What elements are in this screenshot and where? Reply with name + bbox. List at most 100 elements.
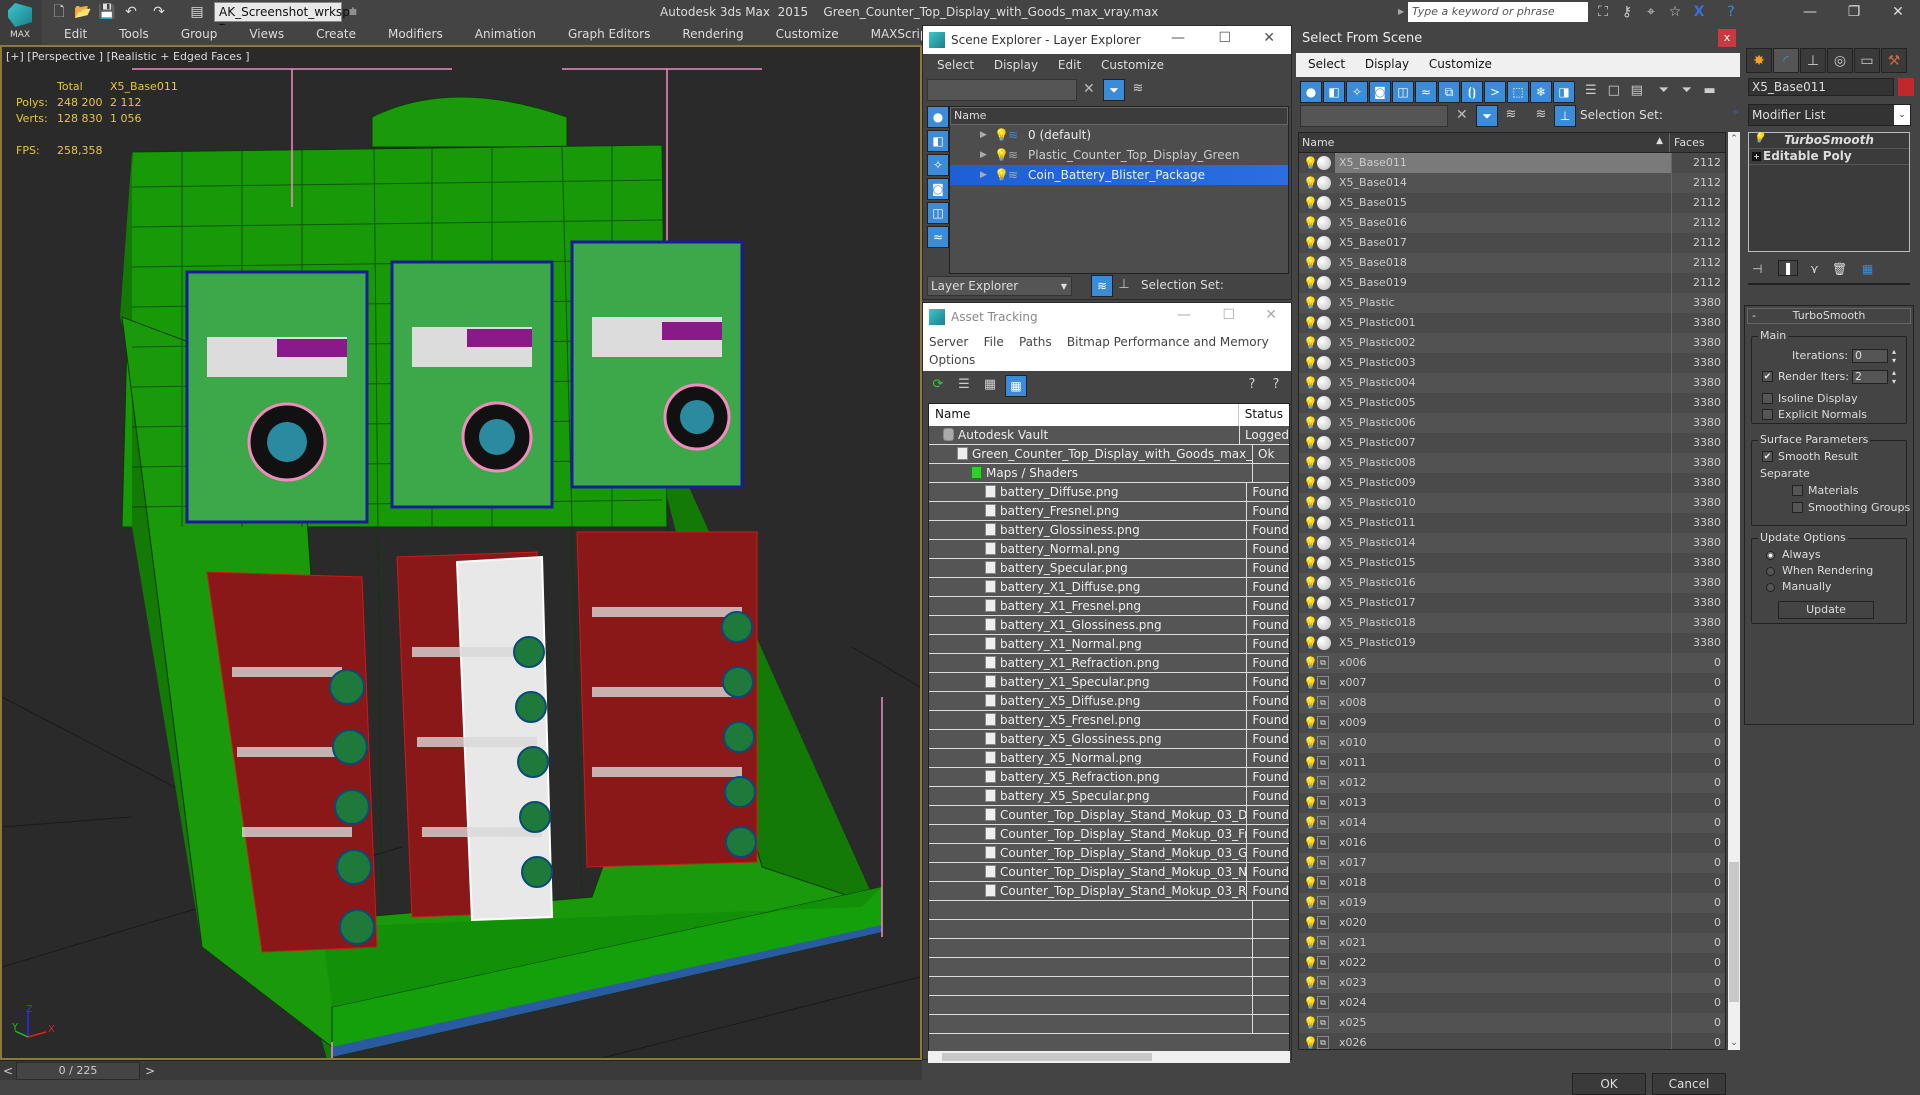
light-bulb-icon[interactable]: 💡 [1303,873,1318,893]
faces-column-header[interactable]: Faces [1669,133,1725,152]
object-row[interactable]: 💡 X5_Plastic019 3380 [1299,633,1725,653]
menu-customize[interactable]: Customize [1429,57,1492,71]
object-row[interactable]: 💡 X5_Plastic 3380 [1299,293,1725,313]
object-row[interactable]: 💡 ⧉ x008 0 [1299,693,1725,713]
open-file-icon[interactable]: 📂 [74,3,92,21]
shapes-filter-icon[interactable]: ◧ [1323,81,1345,103]
object-row[interactable]: 💡 X5_Base017 2112 [1299,233,1725,253]
object-row[interactable]: 💡 X5_Plastic001 3380 [1299,313,1725,333]
light-bulb-icon[interactable]: 💡 [1303,893,1318,913]
help-icon[interactable]: ? [1720,2,1742,22]
object-row[interactable]: 💡 X5_Plastic003 3380 [1299,353,1725,373]
exchange-icon[interactable]: X [1688,2,1710,22]
expand-arrow-icon[interactable]: ▶ [980,165,987,185]
light-bulb-icon[interactable]: 💡 [1303,773,1318,793]
object-row[interactable]: 💡 ⧉ x006 0 [1299,653,1725,673]
create-tab-icon[interactable]: ✸ [1746,48,1772,73]
light-bulb-icon[interactable]: 💡 [1303,953,1318,973]
asset-row[interactable]: battery_Diffuse.png Found [929,483,1289,502]
object-row[interactable]: 💡 X5_Plastic009 3380 [1299,473,1725,493]
filter-icon[interactable]: ⏷ [1653,81,1675,103]
show-end-result-icon[interactable]: ❚ [1778,260,1799,276]
menu-modifiers[interactable]: Modifiers [366,25,453,45]
shapes-filter-icon[interactable]: ◧ [927,130,949,152]
asset-row[interactable]: Counter_Top_Display_Stand_Mokup_03_Di...… [929,806,1289,825]
layer-options-icon[interactable]: ≋ [1500,105,1522,127]
dialog-titlebar[interactable]: Select From Scene x [1296,25,1740,53]
help-icon[interactable]: ? [1241,375,1263,397]
light-bulb-icon[interactable]: 💡 [1303,573,1318,593]
light-bulb-icon[interactable]: 💡 [1303,733,1318,753]
object-row[interactable]: 💡 X5_Plastic016 3380 [1299,573,1725,593]
light-bulb-icon[interactable]: 💡 [1303,673,1318,693]
menu-customize[interactable]: Customize [754,25,849,45]
light-bulb-icon[interactable]: 💡 [1303,813,1318,833]
asset-row[interactable]: battery_X1_Diffuse.png Found [929,578,1289,597]
light-bulb-icon[interactable]: 💡 [1303,993,1318,1013]
customize-toolbar-icon[interactable]: ⩧ [344,3,362,21]
menu-edit[interactable]: Edit [42,25,97,45]
layer-row[interactable]: ▶ 💡 ≋ 0 (default) [950,125,1288,145]
helpers-filter-icon[interactable]: ◫ [1392,81,1414,103]
menu-views[interactable]: Views [227,25,294,45]
menu-edit[interactable]: Edit [1058,58,1081,72]
stack-item-editable-poly[interactable]: + Editable Poly [1749,149,1909,165]
menu-bitmap-performance[interactable]: Bitmap Performance and Memory [1067,335,1269,349]
layer-row[interactable]: ▶ 💡 ≋ Plastic_Counter_Top_Display_Green [950,145,1288,165]
asset-row[interactable]: battery_X1_Specular.png Found [929,673,1289,692]
filter-options-icon[interactable]: ⏷ [1676,81,1698,103]
groups-filter-icon[interactable]: ⧉ [1438,81,1460,103]
bones-filter-icon[interactable]: > [1484,81,1506,103]
object-row[interactable]: 💡 ⧉ x017 0 [1299,853,1725,873]
ok-button[interactable]: OK [1572,1073,1646,1095]
render-iters-checkbox[interactable]: ✔ [1762,371,1773,382]
asset-tracking-titlebar[interactable]: Asset Tracking — ☐ ✕ [923,303,1291,331]
pin-stack-icon[interactable]: ⊣ [1752,262,1762,276]
utilities-tab-icon[interactable]: ⚒ [1881,48,1907,73]
object-row[interactable]: 💡 X5_Plastic007 3380 [1299,433,1725,453]
object-row[interactable]: 💡 X5_Plastic002 3380 [1299,333,1725,353]
asset-row[interactable]: battery_X5_Refraction.png Found [929,768,1289,787]
close-button[interactable]: ✕ [1876,0,1920,25]
table-view-icon[interactable]: ▦ [1005,375,1027,397]
object-row[interactable]: 💡 ⧉ x021 0 [1299,933,1725,953]
scrollbar-thumb[interactable] [942,1053,1152,1061]
light-bulb-icon[interactable]: 💡 [1303,1033,1318,1049]
asset-row[interactable]: battery_Fresnel.png Found [929,502,1289,521]
light-bulb-icon[interactable]: 💡 [1303,853,1318,873]
close-button[interactable]: ✕ [1265,307,1277,323]
asset-row[interactable]: battery_X5_Specular.png Found [929,787,1289,806]
scroll-down-icon[interactable]: ⌄ [1728,1038,1740,1048]
asset-row[interactable]: Autodesk Vault Logged [929,426,1289,445]
object-row[interactable]: 💡 ⧉ x026 0 [1299,1033,1725,1049]
object-row[interactable]: 💡 ⧉ x009 0 [1299,713,1725,733]
light-bulb-icon[interactable]: 💡 [1303,493,1318,513]
light-bulb-icon[interactable]: 💡 [1303,153,1318,173]
object-row[interactable]: 💡 X5_Base019 2112 [1299,273,1725,293]
object-row[interactable]: 💡 ⧉ x018 0 [1299,873,1725,893]
manually-radio[interactable] [1766,583,1775,592]
asset-row[interactable]: Green_Counter_Top_Display_with_Goods_max… [929,445,1289,464]
minimize-button[interactable]: — [1171,30,1185,46]
clear-search-icon[interactable]: ✕ [1456,107,1468,123]
menu-rendering[interactable]: Rendering [660,25,753,45]
expand-arrow-icon[interactable]: ▶ [980,145,987,165]
asset-row[interactable]: battery_X1_Glossiness.png Found [929,616,1289,635]
expand-arrow-icon[interactable]: ▶ [980,125,987,145]
object-search-input[interactable] [1300,105,1448,127]
time-slider-handle[interactable]: 0 / 225 [16,1062,140,1080]
remove-modifier-icon[interactable]: 🗑 [1832,262,1847,276]
save-file-icon[interactable]: 💾 [98,3,116,21]
light-bulb-icon[interactable]: 💡 [1303,433,1318,453]
light-bulb-icon[interactable]: 💡 [1303,753,1318,773]
asset-row[interactable]: Counter_Top_Display_Stand_Mokup_03_R... F… [929,882,1289,901]
close-button[interactable]: x [1718,29,1736,47]
spacewarps-filter-icon[interactable]: ≈ [1415,81,1437,103]
project-folder-icon[interactable]: ▤ [188,3,206,21]
hierarchy-mode-icon[interactable]: ⊥ [1554,105,1576,127]
layer-row-selected[interactable]: ▶ 💡 ≋ Coin_Battery_Blister_Package [950,165,1288,185]
asset-row[interactable]: battery_Specular.png Found [929,559,1289,578]
maximize-button[interactable]: ☐ [1218,30,1231,46]
hierarchy-mode-icon[interactable]: ⊥ [1113,275,1135,297]
name-column-header[interactable]: Name [950,107,1288,125]
